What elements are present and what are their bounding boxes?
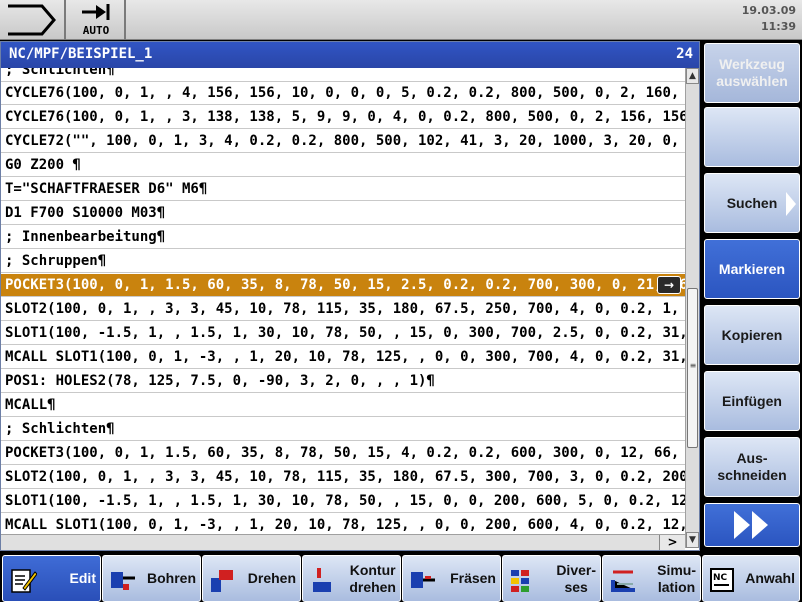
softkey-aus-schneiden[interactable]: Aus- schneiden bbox=[704, 437, 800, 497]
code-line[interactable]: POCKET3(100, 0, 1, 1.5, 60, 35, 8, 78, 5… bbox=[1, 442, 685, 465]
code-line[interactable]: SLOT2(100, 0, 1, , 3, 3, 45, 10, 78, 115… bbox=[1, 466, 685, 489]
softkey-einfügen[interactable]: Einfügen bbox=[704, 371, 800, 431]
date-time-display: 19.03.09 11:39 bbox=[742, 3, 796, 35]
fast-forward-icon bbox=[734, 511, 770, 539]
softkey-label: Simu- lation bbox=[657, 561, 696, 595]
code-line[interactable]: ; Innenbearbeitung¶ bbox=[1, 226, 685, 249]
code-line[interactable]: T="SCHAFTFRAESER D6" M6¶ bbox=[1, 178, 685, 201]
softkey-empty[interactable] bbox=[704, 107, 800, 167]
auto-mode-cell[interactable]: AUTO bbox=[66, 0, 126, 40]
softkey-label: Werkzeug auswählen bbox=[716, 56, 788, 89]
svg-text:NC: NC bbox=[713, 573, 728, 583]
arrow-right-icon bbox=[786, 192, 796, 216]
scroll-right-button[interactable]: > bbox=[659, 535, 685, 550]
code-line[interactable]: D1 F700 S10000 M03¶ bbox=[1, 202, 685, 225]
code-line[interactable]: ; Schlichten¶ bbox=[1, 68, 685, 82]
softkey-label: Edit bbox=[69, 570, 96, 586]
scroll-up-icon[interactable]: ▲ bbox=[686, 68, 699, 84]
program-path: NC/MPF/BEISPIEL_1 bbox=[9, 46, 153, 62]
code-line[interactable]: MCALL SLOT1(100, 0, 1, -3, , 1, 20, 10, … bbox=[1, 346, 685, 369]
code-line[interactable]: SLOT1(100, -1.5, 1, , 1.5, 1, 30, 10, 78… bbox=[1, 322, 685, 345]
softkey-anwahl[interactable]: NC Anwahl bbox=[702, 555, 800, 602]
vertical-softkey-bar: Werkzeug auswählen Suchen Markieren Kopiere… bbox=[702, 41, 802, 551]
code-area[interactable]: ; Schlichten¶ CYCLE76(100, 0, 1, , 4, 156… bbox=[1, 68, 685, 534]
date-text: 19.03.09 bbox=[741, 4, 796, 17]
softkey-bohren[interactable]: Bohren bbox=[102, 555, 201, 602]
code-line[interactable]: ; Schlichten¶ bbox=[1, 418, 685, 441]
softkey-label: Drehen bbox=[247, 570, 296, 586]
code-line[interactable]: ; Schruppen¶ bbox=[1, 250, 685, 273]
softkey-diver-ses[interactable]: Diver- ses bbox=[502, 555, 601, 602]
auto-mode-label: AUTO bbox=[82, 24, 110, 37]
softkey-label: Suchen bbox=[726, 194, 778, 211]
softkey-kontur-drehen[interactable]: Kontur drehen bbox=[302, 555, 401, 602]
softkey-label: Diver- ses bbox=[556, 561, 596, 595]
softkey-kopieren[interactable]: Kopieren bbox=[704, 305, 800, 365]
softkey-label: Anwahl bbox=[745, 570, 795, 586]
contour-turn-icon bbox=[309, 566, 337, 592]
selected-code-line[interactable]: POCKET3(100, 0, 1, 1.5, 60, 35, 8, 78, 5… bbox=[1, 274, 685, 297]
code-line[interactable]: CYCLE72("", 100, 0, 1, 3, 4, 0.2, 0.2, 8… bbox=[1, 130, 685, 153]
nc-icon: NC bbox=[709, 566, 737, 592]
simulation-icon bbox=[609, 566, 637, 592]
softkey-label: Einfügen bbox=[722, 392, 782, 409]
status-bar: AUTO 19.03.09 11:39 bbox=[0, 0, 802, 40]
code-line[interactable]: CYCLE76(100, 0, 1, , 3, 138, 138, 5, 9, … bbox=[1, 106, 685, 129]
softkey-label: Bohren bbox=[147, 570, 196, 586]
code-line[interactable]: CYCLE76(100, 0, 1, , 4, 156, 156, 10, 0,… bbox=[1, 82, 685, 105]
milling-icon bbox=[409, 566, 437, 592]
editor-title-bar: NC/MPF/BEISPIEL_1 24 bbox=[1, 42, 699, 68]
auto-arrow-icon bbox=[82, 4, 110, 20]
softkey-markieren[interactable]: Markieren bbox=[704, 239, 800, 299]
softkey-next-menu[interactable] bbox=[704, 503, 800, 547]
softkey-label: Kontur drehen bbox=[349, 561, 396, 595]
code-line[interactable]: SLOT1(100, -1.5, 1, , 1.5, 1, 30, 10, 78… bbox=[1, 490, 685, 513]
time-text: 11:39 bbox=[760, 20, 796, 33]
machine-mode-cell[interactable] bbox=[0, 0, 66, 40]
softkey-label: Fräsen bbox=[450, 570, 496, 586]
softkey-simu-lation[interactable]: Simu- lation bbox=[602, 555, 701, 602]
program-editor: NC/MPF/BEISPIEL_1 24 ; Schlichten¶ CYCLE7… bbox=[0, 41, 700, 551]
softkey-label: Aus- schneiden bbox=[717, 450, 787, 483]
misc-icon bbox=[509, 566, 537, 592]
operating-mode-icon bbox=[8, 4, 56, 36]
softkey-label: Markieren bbox=[718, 260, 786, 277]
softkey-suchen[interactable]: Suchen bbox=[704, 173, 800, 233]
turn-icon bbox=[209, 566, 237, 592]
line-continue-icon: → bbox=[657, 276, 681, 294]
softkey-drehen[interactable]: Drehen bbox=[202, 555, 301, 602]
drill-icon bbox=[109, 566, 137, 592]
scroll-thumb[interactable]: ≡ bbox=[687, 288, 698, 448]
edit-icon bbox=[9, 566, 38, 593]
vertical-scrollbar[interactable]: ▲ ≡ ▼ bbox=[685, 68, 699, 548]
softkey-edit[interactable]: Edit bbox=[2, 555, 101, 602]
line-number: 24 bbox=[676, 46, 693, 62]
softkey-label: Kopieren bbox=[721, 326, 783, 343]
horizontal-softkey-bar: Edit Bohren Drehen Kontur drehen Fräsen Diver… bbox=[0, 553, 802, 602]
code-line[interactable]: POS1: HOLES2(78, 125, 7.5, 0, -90, 3, 2,… bbox=[1, 370, 685, 393]
scroll-down-icon[interactable]: ▼ bbox=[686, 532, 699, 548]
code-line[interactable]: MCALL SLOT1(100, 0, 1, -3, , 1, 20, 10, … bbox=[1, 514, 685, 534]
grip-icon: ≡ bbox=[689, 361, 697, 370]
softkey-werkzeug-auswählen: Werkzeug auswählen bbox=[704, 43, 800, 103]
code-line[interactable]: SLOT2(100, 0, 1, , 3, 3, 45, 10, 78, 115… bbox=[1, 298, 685, 321]
horizontal-scrollbar[interactable]: > bbox=[1, 534, 685, 550]
softkey-fräsen[interactable]: Fräsen bbox=[402, 555, 501, 602]
code-line[interactable]: MCALL¶ bbox=[1, 394, 685, 417]
code-line[interactable]: G0 Z200 ¶ bbox=[1, 154, 685, 177]
